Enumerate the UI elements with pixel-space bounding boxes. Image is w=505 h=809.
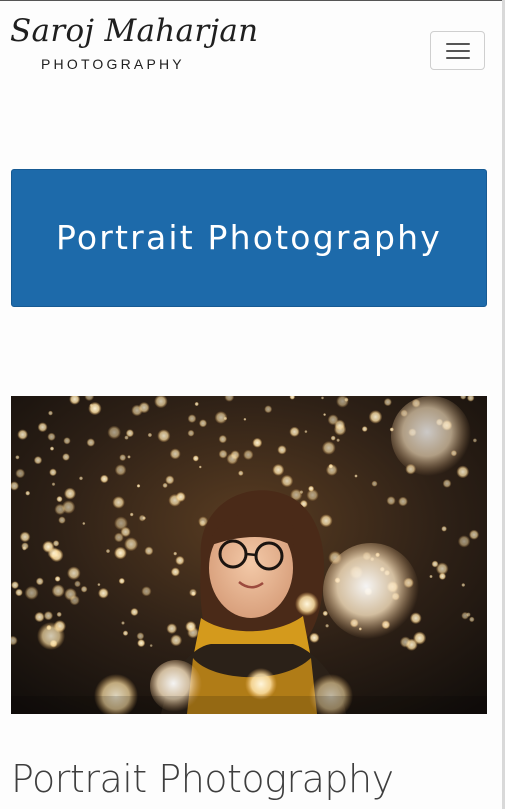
- menu-toggle-button[interactable]: [430, 31, 485, 70]
- portrait-image: [11, 396, 487, 714]
- hero-title: Portrait Photography: [55, 218, 443, 257]
- brand-name: Saroj Maharjan: [10, 13, 259, 49]
- hamburger-icon: [446, 42, 470, 60]
- portrait-photo[interactable]: [11, 396, 487, 714]
- brand-subtitle: PHOTOGRAPHY: [41, 56, 185, 72]
- section-heading: Portrait Photography: [11, 757, 394, 801]
- navbar: Saroj Maharjan PHOTOGRAPHY: [0, 0, 505, 86]
- brand-logo[interactable]: Saroj Maharjan PHOTOGRAPHY: [10, 8, 258, 76]
- hero-banner: Portrait Photography: [11, 169, 487, 307]
